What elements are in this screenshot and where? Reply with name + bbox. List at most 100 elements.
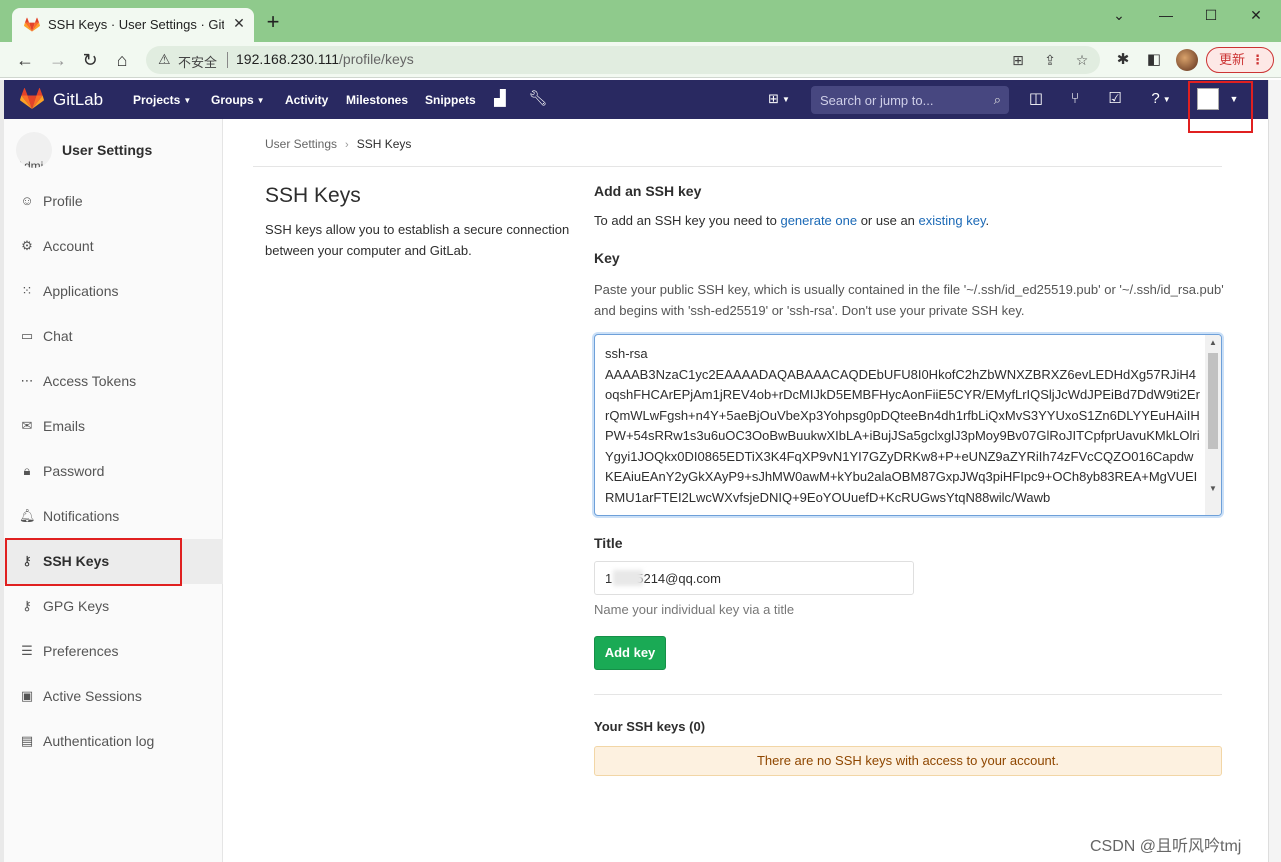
help-icon[interactable]: ? ▼ xyxy=(1144,90,1178,108)
url-text[interactable]: 192.168.230.111/profile/keys xyxy=(236,51,414,67)
gitlab-navbar: GitLab Projects ▼ Groups ▼ Activity Milest… xyxy=(4,80,1268,133)
gitlab-brand[interactable]: GitLab xyxy=(53,90,103,110)
no-keys-alert: There are no SSH keys with access to you… xyxy=(594,746,1222,776)
redacted-area xyxy=(613,570,643,586)
nav-milestones[interactable]: Milestones xyxy=(346,93,408,107)
scroll-up-icon: ▲ xyxy=(1209,338,1217,347)
monitor-icon: ▣ xyxy=(20,688,34,703)
ssh-keys-highlight-box xyxy=(5,538,182,586)
key-icon: ⚷ xyxy=(22,598,32,613)
nav-snippets[interactable]: Snippets xyxy=(425,93,476,107)
back-arrow-icon[interactable]: ← xyxy=(14,49,36,71)
page-scrollbar[interactable] xyxy=(1268,80,1281,862)
sidebar-item-password[interactable]: 🔒︎ Password xyxy=(4,449,223,494)
chevron-down-icon: ▼ xyxy=(256,96,265,105)
minimize-icon[interactable]: — xyxy=(1151,4,1181,26)
forward-arrow-icon[interactable]: → xyxy=(47,49,69,71)
lock-icon: 🔒︎ xyxy=(23,463,31,478)
chevron-down-icon[interactable]: ▼ xyxy=(1228,90,1240,108)
browser-profile-avatar[interactable] xyxy=(1176,49,1198,71)
sidebar-item-profile[interactable]: ☺ Profile xyxy=(4,179,223,224)
search-input[interactable]: Search or jump to... xyxy=(820,93,933,108)
window-close-icon[interactable]: ✕ xyxy=(1241,4,1271,26)
applications-icon: ⁙ xyxy=(21,283,33,298)
sidebar-item-preferences[interactable]: ☰ Preferences xyxy=(4,629,223,674)
chart-icon[interactable]: ▟ xyxy=(490,90,510,108)
watermark: CSDN @且听风吟tmj xyxy=(1090,838,1242,855)
share-icon[interactable]: ⇪ xyxy=(1040,50,1060,70)
breadcrumb-divider xyxy=(253,166,1222,167)
sidebar-item-chat[interactable]: ▭ Chat xyxy=(4,314,223,359)
scroll-down-icon: ▼ xyxy=(1209,484,1217,493)
merge-request-icon[interactable]: ⑂ xyxy=(1065,90,1085,108)
wrench-icon[interactable]: 🔧︎ xyxy=(528,90,548,108)
nav-activity[interactable]: Activity xyxy=(285,93,328,107)
textarea-scrollbar[interactable]: ▲ ▼ xyxy=(1205,335,1221,515)
insecure-label[interactable]: 不安全 xyxy=(178,52,217,71)
title-label: Title xyxy=(594,535,623,551)
star-icon[interactable]: ☆ xyxy=(1072,50,1092,70)
page-title: SSH Keys xyxy=(265,184,361,207)
key-textarea-content[interactable]: ssh-rsa AAAAB3NzaC1yc2EAAAADAQABAAACAQDEb… xyxy=(605,344,1201,508)
profile-icon: ☺ xyxy=(20,193,34,208)
sidebar-item-access-tokens[interactable]: ⋯ Access Tokens xyxy=(4,359,223,404)
sidebar-item-emails[interactable]: ✉ Emails xyxy=(4,404,223,449)
chat-icon: ▭ xyxy=(20,328,34,343)
nav-groups[interactable]: Groups ▼ xyxy=(211,93,265,107)
gitlab-logo-icon[interactable] xyxy=(20,88,44,110)
warning-icon[interactable]: ⚠ xyxy=(158,51,171,68)
sidebar-item-account[interactable]: ⚙ Account xyxy=(4,224,223,269)
key-textarea[interactable]: ssh-rsa AAAAB3NzaC1yc2EAAAADAQABAAACAQDEb… xyxy=(594,334,1222,516)
extensions-icon[interactable]: ✱ xyxy=(1112,49,1134,71)
maximize-icon[interactable]: ☐ xyxy=(1196,4,1226,26)
home-icon[interactable]: ⌂ xyxy=(111,49,133,71)
sidebar-item-active-sessions[interactable]: ▣ Active Sessions xyxy=(4,674,223,719)
issues-icon[interactable]: ◫ xyxy=(1026,90,1046,108)
new-tab-button[interactable]: + xyxy=(262,11,284,34)
browser-toolbar: ← → ↻ ⌂ ⚠ 不安全 192.168.230.111/profile/ke… xyxy=(0,42,1281,78)
existing-key-link[interactable]: existing key xyxy=(919,213,986,228)
sidebar-item-gpg-keys[interactable]: ⚷ GPG Keys xyxy=(4,584,223,629)
gitlab-favicon-icon xyxy=(24,17,40,32)
todo-icon[interactable]: ☑ xyxy=(1105,90,1125,108)
token-icon: ⋯ xyxy=(20,373,34,388)
section-divider xyxy=(594,694,1222,695)
nav-projects[interactable]: Projects ▼ xyxy=(133,93,191,107)
reload-icon[interactable]: ↻ xyxy=(79,49,101,71)
browser-tab[interactable]: SSH Keys · User Settings · GitLab ✕ xyxy=(12,8,254,42)
chevron-down-icon: ▼ xyxy=(183,96,192,105)
sidebar-avatar[interactable]: Admi xyxy=(16,132,52,168)
preferences-icon: ☰ xyxy=(21,643,33,658)
side-panel-icon[interactable]: ◧ xyxy=(1143,49,1165,71)
bell-icon: 🔔︎ xyxy=(19,508,36,523)
breadcrumb-parent[interactable]: User Settings xyxy=(265,137,337,151)
plus-square-icon[interactable]: ⊞ ▼ xyxy=(762,90,796,108)
breadcrumb: User Settings › SSH Keys xyxy=(265,137,411,151)
address-separator xyxy=(227,52,228,68)
settings-sidebar: Admi User Settings ☺ Profile ⚙ Account ⁙ Ap… xyxy=(4,119,223,862)
title-help-text: Name your individual key via a title xyxy=(594,602,795,617)
account-icon: ⚙ xyxy=(21,238,33,253)
breadcrumb-current[interactable]: SSH Keys xyxy=(357,137,412,151)
sidebar-item-authentication-log[interactable]: ▤ Authentication log xyxy=(4,719,223,764)
chevron-down-icon[interactable]: ⌄ xyxy=(1104,4,1134,26)
tab-title: SSH Keys · User Settings · GitLab xyxy=(48,17,224,32)
add-key-intro: To add an SSH key you need to generate o… xyxy=(594,213,990,228)
add-key-heading: Add an SSH key xyxy=(594,183,702,199)
add-key-button[interactable]: Add key xyxy=(594,636,666,670)
user-avatar[interactable] xyxy=(1197,88,1219,110)
log-icon: ▤ xyxy=(20,733,34,748)
sidebar-item-applications[interactable]: ⁙ Applications xyxy=(4,269,223,314)
sidebar-title[interactable]: User Settings xyxy=(62,142,152,158)
address-bar[interactable]: ⚠ 不安全 192.168.230.111/profile/keys ⊞ ⇪ ☆ xyxy=(146,46,1100,74)
generate-one-link[interactable]: generate one xyxy=(780,213,857,228)
browser-tab-bar: SSH Keys · User Settings · GitLab ✕ + ⌄ … xyxy=(0,0,1281,42)
sidebar-item-notifications[interactable]: 🔔︎ Notifications xyxy=(4,494,223,539)
translate-icon[interactable]: ⊞ xyxy=(1008,50,1028,70)
key-label: Key xyxy=(594,250,620,266)
title-input[interactable]: 1 5214@qq.com xyxy=(594,561,914,595)
tab-close-icon[interactable]: ✕ xyxy=(230,14,248,32)
chevron-right-icon: › xyxy=(345,139,349,151)
search-box[interactable]: Search or jump to... ⌕ xyxy=(811,86,1009,114)
update-button[interactable]: 更新 ⋮ xyxy=(1206,47,1274,73)
